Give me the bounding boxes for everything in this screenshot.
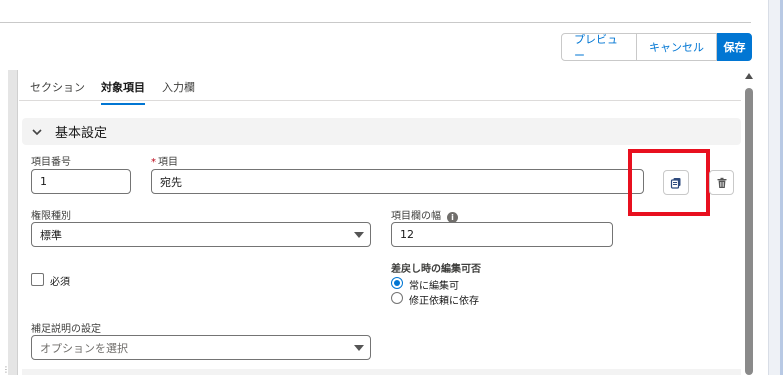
cancel-button[interactable]: キャンセル — [637, 33, 717, 61]
radio-depends-on-revision[interactable] — [391, 292, 403, 304]
item-number-label: 項目番号 — [31, 157, 71, 168]
radio-always-editable[interactable] — [391, 277, 403, 289]
required-checkbox[interactable] — [31, 273, 44, 286]
resize-handle-icon[interactable]: ⋮ — [2, 365, 10, 375]
save-button[interactable]: 保存 — [717, 33, 752, 61]
permission-type-select[interactable]: 標準 — [31, 222, 371, 247]
chevron-down-icon — [32, 128, 42, 135]
panel-left-bar — [8, 70, 18, 375]
tab-bar: セクション 対象項目 入力欄 — [19, 70, 741, 105]
radio-always-editable-label: 常に編集可 — [409, 281, 459, 292]
supplement-label: 補足説明の設定 — [31, 324, 101, 335]
section-header-basic-settings[interactable]: 基本設定 — [22, 118, 741, 145]
right-window-edge — [768, 0, 783, 375]
required-mark: * — [151, 157, 156, 168]
permission-type-label: 権限種別 — [31, 211, 71, 222]
dropdown-caret-icon — [354, 232, 364, 238]
scroll-thumb[interactable] — [745, 88, 753, 375]
dropdown-caret-icon — [354, 345, 364, 351]
page: プレビュー キャンセル 保存 セクション 対象項目 入力欄 基本設定 項目番号 … — [0, 0, 783, 375]
item-label: * 項目 — [151, 153, 178, 168]
highlight-box — [628, 149, 710, 216]
next-section-edge — [22, 369, 741, 375]
field-width-label-text: 項目欄の幅 — [391, 211, 441, 222]
field-width-label: 項目欄の幅 i — [391, 207, 458, 223]
item-number-input[interactable] — [31, 169, 131, 194]
scrollbar[interactable] — [743, 70, 755, 375]
radio-depends-on-revision-label: 修正依頼に依存 — [409, 296, 479, 307]
delete-button[interactable] — [709, 170, 734, 195]
supplement-select[interactable]: オプションを選択 — [31, 335, 371, 360]
supplement-placeholder: オプションを選択 — [40, 341, 128, 355]
preview-button[interactable]: プレビュー — [561, 33, 637, 62]
scroll-up-arrow-icon[interactable] — [745, 73, 753, 79]
edit-on-return-label: 差戻し時の編集可否 — [391, 264, 481, 275]
trash-icon — [717, 177, 726, 188]
header-actions: プレビュー キャンセル 保存 — [561, 33, 752, 62]
item-input[interactable] — [151, 169, 644, 194]
item-label-text: 項目 — [158, 157, 178, 168]
tab-input-field[interactable]: 入力欄 — [162, 79, 195, 103]
section-title: 基本設定 — [55, 126, 108, 141]
required-checkbox-label: 必須 — [50, 277, 70, 288]
tab-section[interactable]: セクション — [30, 79, 85, 103]
permission-type-value: 標準 — [40, 228, 62, 242]
field-width-input[interactable] — [391, 222, 613, 247]
tab-target-item[interactable]: 対象項目 — [101, 79, 145, 105]
top-divider — [0, 22, 751, 23]
